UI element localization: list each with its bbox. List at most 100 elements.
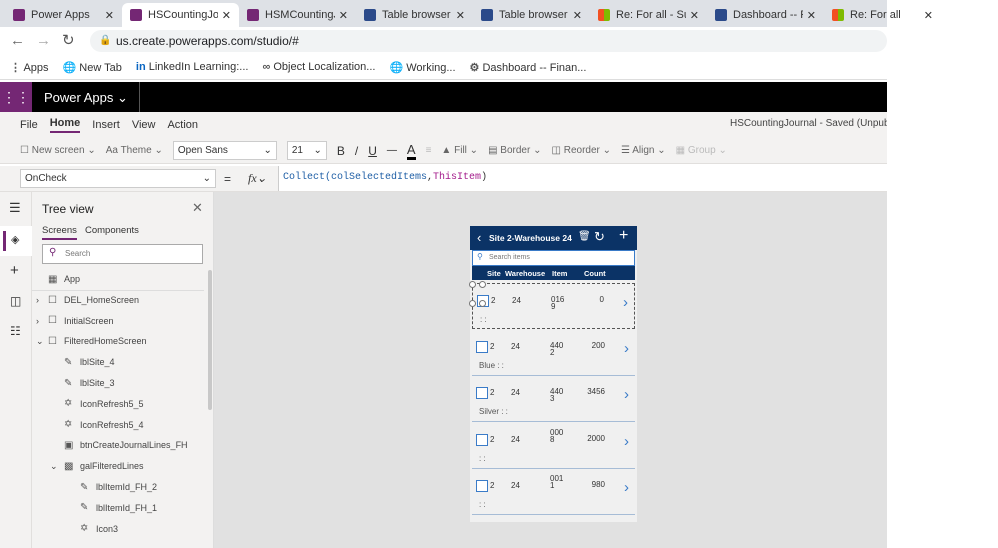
tab-screens[interactable]: Screens xyxy=(42,225,77,240)
tree-item[interactable]: › ☐ DEL_HomeScreen xyxy=(32,289,204,310)
close-tab-icon[interactable]: ✕ xyxy=(339,9,348,22)
chevron-right-icon[interactable]: › xyxy=(624,479,629,496)
browser-tab[interactable]: HSCountingJournal✕ xyxy=(122,3,239,27)
app-screen-preview[interactable]: ‹ Site 2-Warehouse 24 🗑 ↻ + ⚲ Search item… xyxy=(469,226,637,522)
close-tab-icon[interactable]: ✕ xyxy=(573,9,582,22)
menu-action[interactable]: Action xyxy=(167,119,198,131)
group-button[interactable]: ▦ Group ⌄ xyxy=(676,145,727,156)
chevron-right-icon[interactable]: › xyxy=(624,386,629,403)
tree-item[interactable]: ⌄ ☐ FilteredHomeScreen xyxy=(32,331,204,351)
close-tab-icon[interactable]: ✕ xyxy=(690,9,699,22)
fill-button[interactable]: ▲ Fill ⌄ xyxy=(441,145,478,156)
close-tab-icon[interactable]: ✕ xyxy=(105,9,114,22)
gallery-row[interactable]: 2 24 4402 200 Blue : : › xyxy=(472,330,635,376)
insert-plus-icon[interactable]: + xyxy=(10,262,19,279)
tree-item[interactable]: ✎ lblItemId_FH_2 xyxy=(32,477,204,497)
close-tab-icon[interactable]: ✕ xyxy=(924,9,933,22)
font-size-select[interactable]: 21 ⌄ xyxy=(286,141,327,160)
chevron-right-icon[interactable]: › xyxy=(624,433,629,450)
formula-input[interactable]: Collect(colSelectedItems,ThisItem) xyxy=(278,166,887,191)
tree-item[interactable]: ✡ IconRefresh5_4 xyxy=(32,415,204,435)
underline-button[interactable]: U xyxy=(368,144,377,158)
chevron-right-icon[interactable]: › xyxy=(36,295,39,305)
bold-button[interactable]: B xyxy=(337,144,345,158)
gallery-row[interactable]: 2 24 4403 3456 Silver : : › xyxy=(472,376,635,422)
browser-tab[interactable]: Re: For all ✕ xyxy=(824,3,941,27)
tree-search-input[interactable]: ⚲ Search xyxy=(42,244,203,264)
browser-tab[interactable]: Table browser ✕ xyxy=(356,3,473,27)
hamburger-icon[interactable]: ☰ xyxy=(9,200,21,216)
menu-home[interactable]: Home xyxy=(49,117,81,133)
tree-item[interactable]: ✎ lblSite_4 xyxy=(32,352,204,372)
menu-view[interactable]: View xyxy=(132,119,156,131)
tree-scrollbar[interactable] xyxy=(208,270,212,410)
tree-item[interactable]: ▣ btnCreateJournalLines_FH xyxy=(32,435,204,455)
font-color-button[interactable]: A xyxy=(406,142,416,160)
gallery-row[interactable]: 2 24 0011 980 : : › xyxy=(472,469,635,515)
row-checkbox[interactable] xyxy=(476,480,488,492)
tools-icon[interactable]: ☷ xyxy=(10,324,21,338)
chevron-down-icon[interactable]: ⌄ xyxy=(50,461,58,472)
browser-tab[interactable]: Table browser ✕ xyxy=(473,3,590,27)
tree-item[interactable]: ▦ App xyxy=(32,269,204,289)
browser-tab[interactable]: Power Apps ✕ xyxy=(5,3,122,27)
close-tab-icon[interactable]: ✕ xyxy=(807,9,816,22)
italic-button[interactable]: / xyxy=(355,144,358,158)
align-button[interactable]: ☰ Align ⌄ xyxy=(621,145,666,156)
refresh-icon[interactable]: ↻ xyxy=(594,229,605,245)
search-items-input[interactable]: ⚲ Search items xyxy=(472,250,635,266)
forward-icon[interactable]: → xyxy=(36,32,51,49)
new-screen-button[interactable]: ☐ New screen ⌄ xyxy=(20,145,96,156)
gallery-row[interactable]: 2 24 0008 2000 : : › xyxy=(472,423,635,469)
row-checkbox[interactable] xyxy=(476,340,488,353)
menu-file[interactable]: File xyxy=(20,119,38,131)
resize-handle[interactable] xyxy=(469,281,476,288)
add-icon[interactable]: + xyxy=(619,227,628,245)
bookmark[interactable]: ⚙ Dashboard -- Finan... xyxy=(470,61,587,74)
gallery-row[interactable]: 2 24 0169 0 : : › xyxy=(469,281,635,329)
row-checkbox[interactable] xyxy=(476,433,488,446)
bookmark[interactable]: in LinkedIn Learning:... xyxy=(136,61,249,73)
font-select[interactable]: Open Sans ⌄ xyxy=(172,141,277,160)
tree-item[interactable]: ✎ lblItemId_FH_1 xyxy=(32,498,204,518)
resize-handle[interactable] xyxy=(479,300,486,307)
bookmark[interactable]: 🌐 Working... xyxy=(389,61,455,74)
trash-icon[interactable]: 🗑 xyxy=(578,231,591,242)
strikethrough-button[interactable]: — xyxy=(387,145,397,156)
border-button[interactable]: ▤ Border ⌄ xyxy=(488,145,541,156)
text-align-icon[interactable]: ≡ xyxy=(426,145,432,156)
tree-item[interactable]: ✡ IconRefresh5_5 xyxy=(32,394,204,414)
url-input[interactable]: 🔒 us.create.powerapps.com/studio/# xyxy=(90,30,887,52)
tree-item[interactable]: › ☐ InitialScreen xyxy=(32,311,204,331)
tab-components[interactable]: Components xyxy=(85,225,139,236)
back-icon[interactable]: ← xyxy=(10,32,25,49)
reorder-button[interactable]: ◫ Reorder ⌄ xyxy=(551,145,611,156)
reload-icon[interactable]: ↻ xyxy=(62,31,75,49)
data-cylinder-icon[interactable]: ◫ xyxy=(10,294,21,308)
row-checkbox[interactable] xyxy=(476,387,488,399)
tree-item[interactable]: ⌄ ▩ galFilteredLines xyxy=(32,456,204,476)
app-launcher-icon[interactable]: ⋮⋮ xyxy=(0,82,32,112)
close-icon[interactable]: ✕ xyxy=(192,200,203,216)
brand-menu[interactable]: Power Apps ⌄ xyxy=(44,90,128,106)
tree-item[interactable]: ✡ Icon3 xyxy=(32,519,204,539)
bookmark[interactable]: ⋮ Apps xyxy=(10,61,49,74)
bookmark[interactable]: ∞ Object Localization... xyxy=(262,61,375,73)
menu-insert[interactable]: Insert xyxy=(92,119,120,131)
tree-item[interactable]: ✎ lblSite_3 xyxy=(32,373,204,393)
theme-button[interactable]: Aa Theme ⌄ xyxy=(106,145,163,156)
bookmark[interactable]: 🌐 New Tab xyxy=(63,61,122,74)
fx-button[interactable]: fx⌄ xyxy=(248,171,267,186)
browser-tab[interactable]: Dashboard -- Fi ✕ xyxy=(707,3,824,27)
back-chevron-icon[interactable]: ‹ xyxy=(477,230,481,245)
property-select[interactable]: OnCheck ⌄ xyxy=(20,169,216,188)
resize-handle[interactable] xyxy=(479,281,486,288)
tree-view-tab[interactable]: ◈ xyxy=(0,226,32,256)
chevron-down-icon[interactable]: ⌄ xyxy=(36,336,44,347)
close-tab-icon[interactable]: ✕ xyxy=(222,9,231,22)
close-tab-icon[interactable]: ✕ xyxy=(456,9,465,22)
browser-tab[interactable]: HSMCountingJ ✕ xyxy=(239,3,356,27)
chevron-right-icon[interactable]: › xyxy=(623,294,628,311)
chevron-right-icon[interactable]: › xyxy=(36,316,39,326)
browser-tab[interactable]: Re: For all - Su ✕ xyxy=(590,3,707,27)
